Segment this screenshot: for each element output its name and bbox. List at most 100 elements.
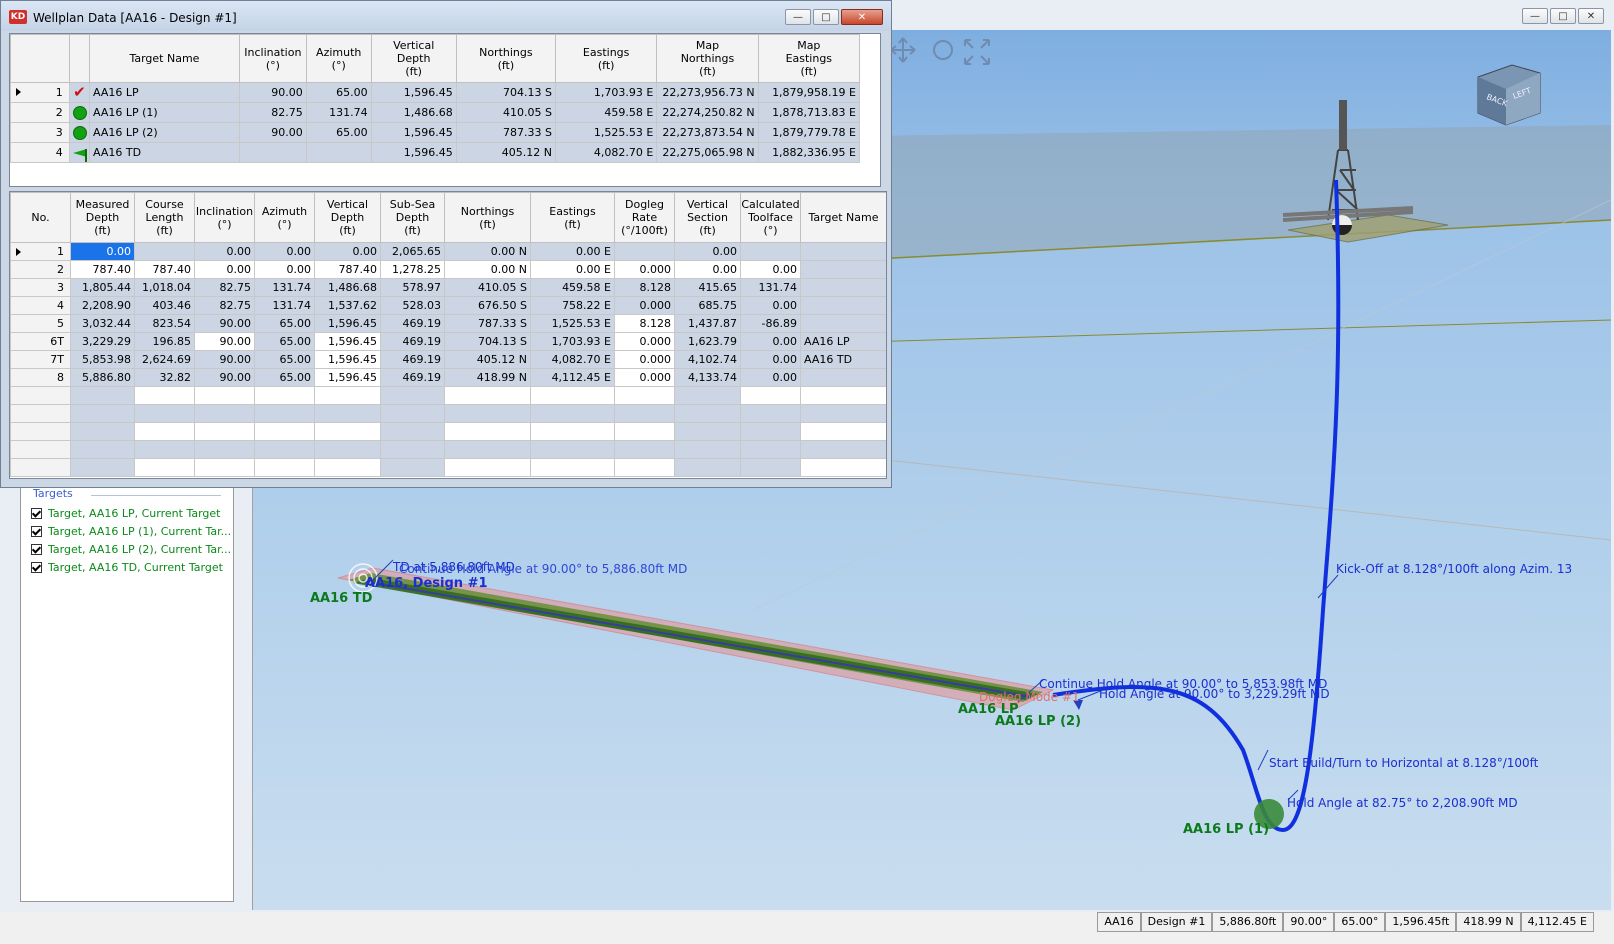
empty-cell <box>380 422 445 441</box>
empty-cell <box>134 440 195 459</box>
map-northings-cell: 22,273,873.54 N <box>656 122 759 143</box>
empty-cell <box>614 440 675 459</box>
northings-cell: 410.05 S <box>455 102 557 123</box>
target-label-lp2: AA16 LP (2) <box>995 714 1082 729</box>
row-number: 4 <box>10 142 70 163</box>
dogleg-rate-cell <box>614 242 675 261</box>
vertical-depth-cell: 1,596.45 <box>314 350 381 369</box>
azimuth-cell <box>305 142 372 163</box>
minimize-icon[interactable]: — <box>785 9 811 25</box>
azimuth-cell: 65.00 <box>254 350 315 369</box>
measured-depth-cell: 5,886.80 <box>70 368 135 387</box>
minimize-icon[interactable]: — <box>1522 8 1548 24</box>
checkbox-icon[interactable] <box>31 508 42 519</box>
empty-cell <box>194 422 255 441</box>
empty-cell <box>530 404 615 423</box>
close-icon[interactable]: ✕ <box>841 9 883 25</box>
table-row[interactable]: 8 5,886.80 32.82 90.00 65.00 1,596.45 469.19 41… <box>10 368 886 387</box>
targets-panel: Targets Target, AA16 LP, Current Target … <box>20 480 234 902</box>
table-row[interactable]: 5 3,032.44 823.54 90.00 65.00 1,596.45 469.19 7… <box>10 314 886 333</box>
measured-depth-cell: 3,229.29 <box>70 332 135 351</box>
target-list-item[interactable]: Target, AA16 LP (2), Current Tar... <box>31 543 231 556</box>
toolface-cell: 0.00 <box>740 260 801 279</box>
empty-cell <box>444 404 531 423</box>
table-row[interactable]: 1 0.00 0.00 0.00 0.00 2,065.65 0.00 N 0.00 E 0.0… <box>10 242 886 261</box>
row-number: 3 <box>10 122 70 143</box>
table-row[interactable]: 3 1,805.44 1,018.04 82.75 131.74 1,486.68 578.… <box>10 278 886 297</box>
empty-cell <box>70 458 135 477</box>
empty-row[interactable] <box>10 386 886 405</box>
course-length-cell: 196.85 <box>134 332 195 351</box>
empty-cell <box>314 404 381 423</box>
dogleg-rate-cell: 0.000 <box>614 350 675 369</box>
empty-row[interactable] <box>10 422 886 441</box>
empty-cell <box>380 440 445 459</box>
course-length-cell: 32.82 <box>134 368 195 387</box>
maximize-icon[interactable]: □ <box>1550 8 1576 24</box>
inclination-cell: 90.00 <box>194 332 255 351</box>
vertical-section-cell: 685.75 <box>674 296 741 315</box>
column-header: No. <box>10 192 71 243</box>
azimuth-cell: 131.74 <box>254 278 315 297</box>
row-number: 3 <box>10 278 71 297</box>
checkbox-icon[interactable] <box>31 562 42 573</box>
azimuth-cell: 65.00 <box>254 332 315 351</box>
table-row[interactable]: 3 AA16 LP (2) 90.00 65.00 1,596.45 787.33 S 1,… <box>10 122 861 143</box>
tvd-cell: 1,596.45 <box>370 82 457 103</box>
empty-cell <box>380 404 445 423</box>
table-row[interactable]: 1 ✔ AA16 LP 90.00 65.00 1,596.45 704.13 S 1,703… <box>10 82 861 103</box>
target-list-item[interactable]: Target, AA16 TD, Current Target <box>31 561 223 574</box>
dogleg-rate-cell: 0.000 <box>614 332 675 351</box>
empty-cell <box>70 404 135 423</box>
subsea-depth-cell: 469.19 <box>380 314 445 333</box>
measured-depth-cell: 3,032.44 <box>70 314 135 333</box>
empty-row[interactable] <box>10 404 886 423</box>
subsea-depth-cell: 469.19 <box>380 368 445 387</box>
target-list-item[interactable]: Target, AA16 LP, Current Target <box>31 507 220 520</box>
empty-cell <box>254 458 315 477</box>
eastings-cell: 0.00 E <box>530 242 615 261</box>
empty-cell <box>800 458 886 477</box>
checkbox-icon[interactable] <box>31 526 42 537</box>
toolface-cell: -86.89 <box>740 314 801 333</box>
measured-depth-cell: 787.40 <box>70 260 135 279</box>
target-list-item[interactable]: Target, AA16 LP (1), Current Tar... <box>31 525 231 538</box>
northings-cell: 787.33 S <box>455 122 557 143</box>
target-name-cell <box>800 296 886 315</box>
close-icon[interactable]: ✕ <box>1578 8 1604 24</box>
pan-icon <box>890 37 916 63</box>
empty-cell <box>254 440 315 459</box>
empty-cell <box>674 404 741 423</box>
empty-row[interactable] <box>10 458 886 477</box>
northings-cell: 704.13 S <box>455 82 557 103</box>
table-row[interactable]: 2 AA16 LP (1) 82.75 131.74 1,486.68 410.05 S4… <box>10 102 861 123</box>
eastings-cell: 4,082.70 E <box>530 350 615 369</box>
vertical-section-cell: 0.00 <box>674 260 741 279</box>
target-name-cell <box>800 314 886 333</box>
main-window-controls: — □ ✕ <box>1522 8 1604 24</box>
empty-cell <box>740 458 801 477</box>
row-number: 2 <box>10 102 70 123</box>
maximize-icon[interactable]: □ <box>813 9 839 25</box>
empty-cell <box>380 458 445 477</box>
survey-grid[interactable]: No. Measured Depth (ft) Course Length (ft) Incl… <box>9 191 887 479</box>
checkbox-icon[interactable] <box>31 544 42 555</box>
table-row[interactable]: 2 787.40 787.40 0.00 0.00 787.40 1,278.25 0.00 … <box>10 260 886 279</box>
toolface-cell: 0.00 <box>740 368 801 387</box>
empty-cell <box>740 404 801 423</box>
table-row[interactable]: 4 2,208.90 403.46 82.75 131.74 1,537.62 528.03… <box>10 296 886 315</box>
dialog-title-bar[interactable]: KD Wellplan Data [AA16 - Design #1] — □ … <box>1 1 891 31</box>
empty-cell <box>800 440 886 459</box>
table-row[interactable]: 4 AA16 TD 1,596.45 405.12 N 4,082.70 E 22,275… <box>10 142 861 163</box>
course-length-cell: 403.46 <box>134 296 195 315</box>
northings-cell: 0.00 N <box>444 242 531 261</box>
status-cell: 1,596.45ft <box>1385 912 1457 932</box>
table-row[interactable]: 6T 3,229.29 196.85 90.00 65.00 1,596.45 469.19… <box>10 332 886 351</box>
empty-cell <box>800 422 886 441</box>
table-row[interactable]: 7T 5,853.98 2,624.69 90.00 65.00 1,596.45 469.… <box>10 350 886 369</box>
empty-row[interactable] <box>10 440 886 459</box>
vertical-depth-cell: 1,596.45 <box>314 332 381 351</box>
targets-grid[interactable]: Target Name Inclination (°) Azimuth (°) Verti… <box>9 33 881 187</box>
subsea-depth-cell: 469.19 <box>380 350 445 369</box>
dialog-title: Wellplan Data [AA16 - Design #1] <box>33 11 237 25</box>
